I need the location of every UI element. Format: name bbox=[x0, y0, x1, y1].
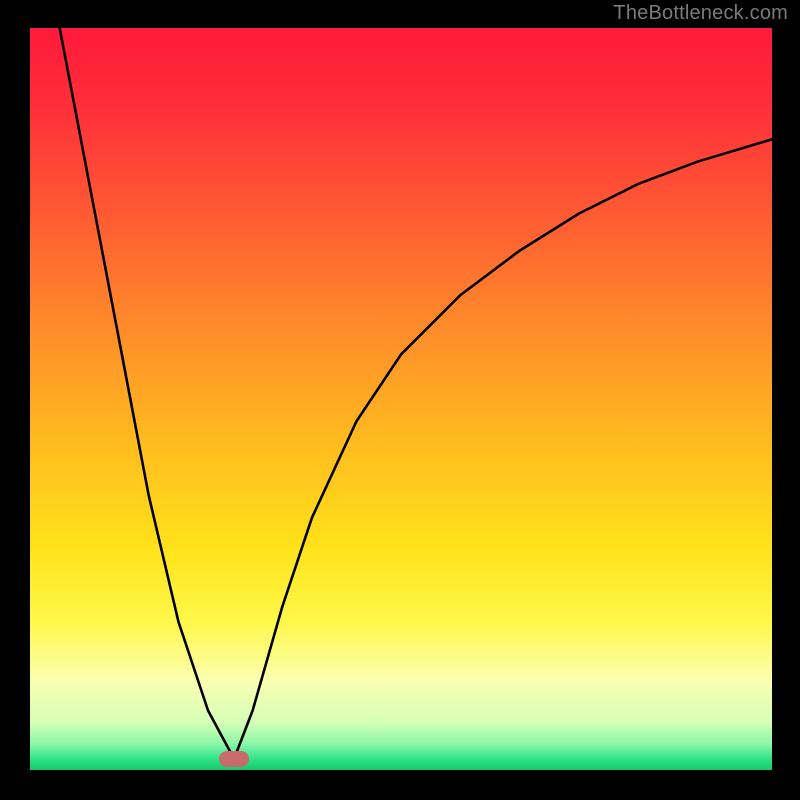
curve-layer bbox=[30, 28, 772, 770]
chart-frame: TheBottleneck.com bbox=[0, 0, 800, 800]
bottleneck-curve bbox=[60, 28, 772, 759]
cusp-marker bbox=[219, 751, 249, 767]
watermark-text: TheBottleneck.com bbox=[613, 2, 788, 25]
plot-area bbox=[30, 28, 772, 770]
